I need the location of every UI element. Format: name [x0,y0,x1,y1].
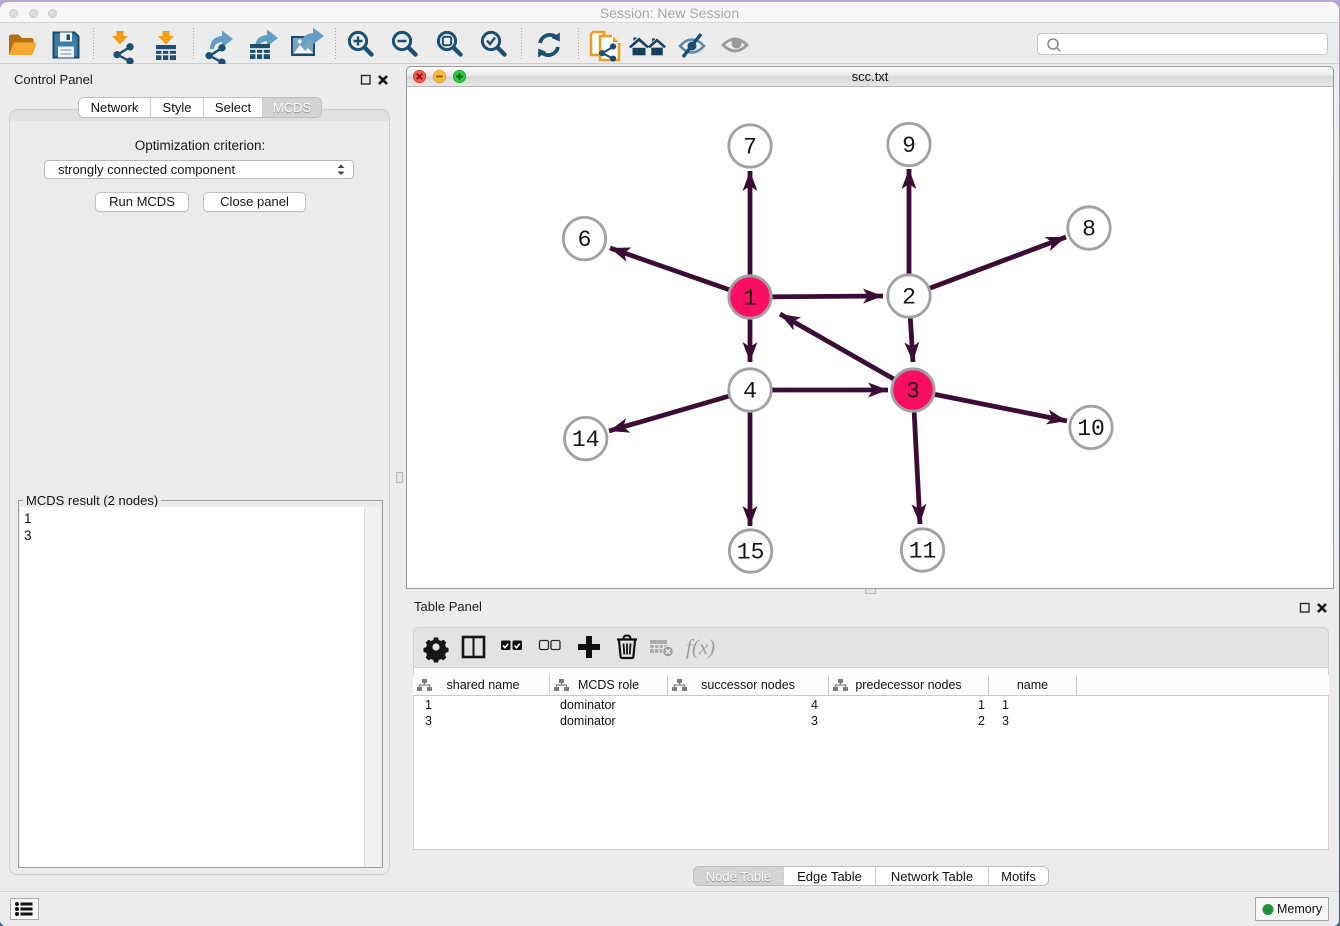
svg-text:8: 8 [1082,217,1096,243]
svg-text:7: 7 [743,135,757,161]
svg-text:6: 6 [578,227,592,253]
svg-text:2: 2 [902,285,916,311]
svg-text:4: 4 [743,379,757,405]
svg-text:14: 14 [572,427,600,453]
svg-text:11: 11 [909,539,937,565]
svg-text:1: 1 [743,286,757,312]
svg-text:15: 15 [737,540,765,566]
svg-text:9: 9 [902,133,916,159]
svg-text:f(x): f(x) [686,635,715,659]
svg-text:3: 3 [906,379,920,405]
svg-text:10: 10 [1077,416,1105,442]
